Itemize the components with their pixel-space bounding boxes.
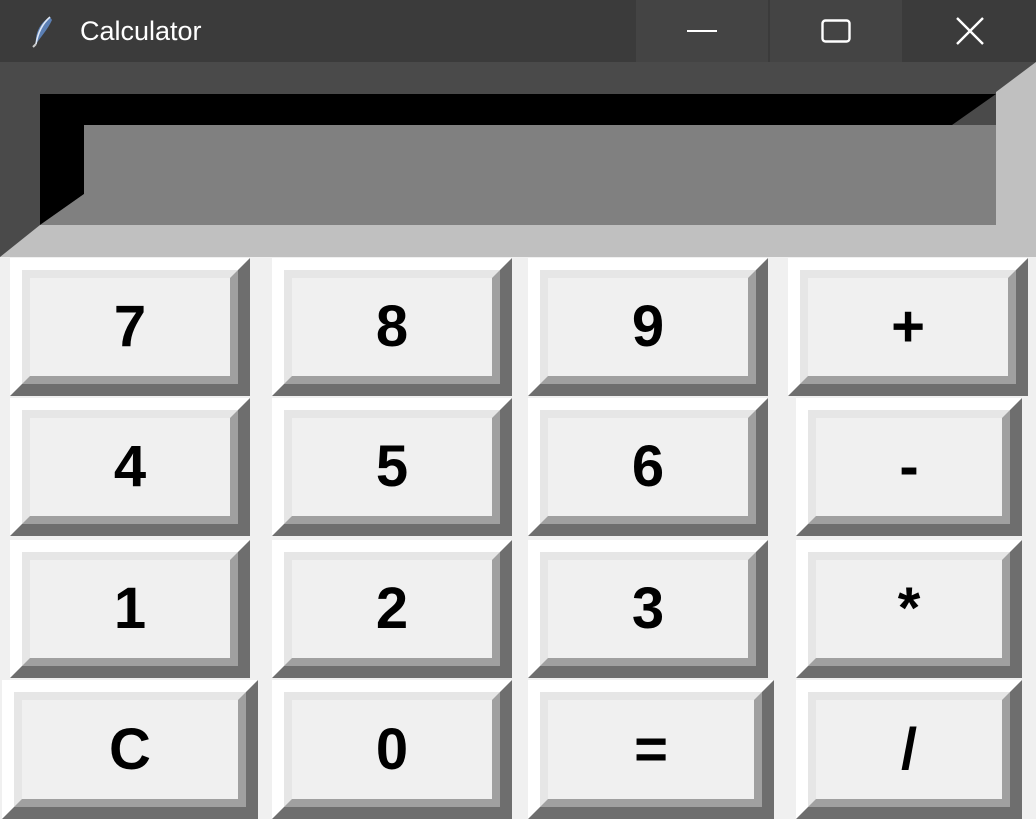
key-clear[interactable]: C <box>2 680 258 819</box>
key-label: 4 <box>113 434 147 499</box>
key-1[interactable]: 1 <box>10 540 250 678</box>
key-label: / <box>900 716 918 782</box>
key-label: 6 <box>631 434 665 499</box>
key-2[interactable]: 2 <box>272 540 512 678</box>
key-equals[interactable]: = <box>528 680 774 819</box>
display-entry[interactable] <box>90 132 990 222</box>
key-label: 7 <box>113 294 147 359</box>
key-0[interactable]: 0 <box>272 680 512 819</box>
key-label: 9 <box>631 294 665 359</box>
keypad: 7 8 9 + 4 5 6 - 1 2 3 * C 0 = / <box>0 257 1036 819</box>
key-multiply[interactable]: * <box>796 540 1022 678</box>
minimize-button[interactable] <box>636 0 768 62</box>
feather-icon <box>32 16 52 48</box>
key-7[interactable]: 7 <box>10 258 250 396</box>
key-9[interactable]: 9 <box>528 258 768 396</box>
maximize-button[interactable] <box>770 0 902 62</box>
key-label: 3 <box>631 576 665 641</box>
key-label: * <box>897 576 921 641</box>
key-6[interactable]: 6 <box>528 398 768 536</box>
key-minus[interactable]: - <box>796 398 1022 536</box>
display-frame <box>0 62 1036 257</box>
close-icon <box>956 17 984 45</box>
key-label: C <box>109 716 151 782</box>
key-label: = <box>634 716 668 782</box>
window-title: Calculator <box>80 16 202 46</box>
calculator-window: Calculator 7 8 9 + 4 5 6 - 1 2 3 * C 0 =… <box>0 0 1036 819</box>
key-5[interactable]: 5 <box>272 398 512 536</box>
minimize-icon <box>687 30 717 32</box>
key-label: 0 <box>375 716 409 782</box>
title-bar[interactable]: Calculator <box>0 0 1036 62</box>
key-label: 2 <box>375 576 409 641</box>
key-label: 1 <box>113 576 147 641</box>
key-3[interactable]: 3 <box>528 540 768 678</box>
key-label: 5 <box>375 434 409 499</box>
maximize-icon <box>821 19 851 43</box>
key-4[interactable]: 4 <box>10 398 250 536</box>
key-label: - <box>899 434 919 499</box>
key-divide[interactable]: / <box>796 680 1022 819</box>
key-8[interactable]: 8 <box>272 258 512 396</box>
key-plus[interactable]: + <box>788 258 1028 396</box>
key-label: 8 <box>375 294 409 359</box>
key-label: + <box>891 294 925 359</box>
close-button[interactable] <box>904 0 1036 62</box>
